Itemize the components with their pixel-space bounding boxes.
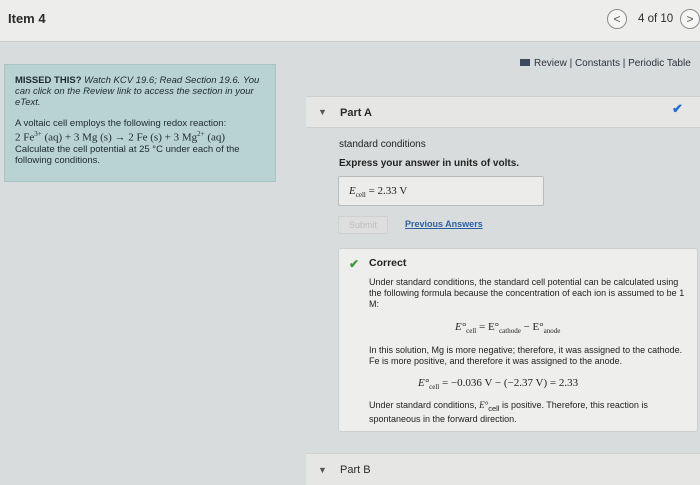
part-a-title: Part A [340,107,372,119]
previous-answers-link[interactable]: Previous Answers [405,219,483,229]
feedback-status: Correct [369,257,407,269]
watch-read-link[interactable]: Watch KCV 19.6; Read Section 19.6. [84,75,240,86]
formula-standard-potential: E°cell = E°cathode − E°anode [455,321,561,336]
problem-statement: A voltaic cell employs the following red… [15,118,265,166]
formula-calculation: E°cell = −0.036 V − (−2.37 V) = 2.33 [418,377,579,392]
collapse-triangle-icon[interactable]: ▼ [318,465,327,475]
missed-this-label: MISSED THIS? [15,75,82,86]
next-item-button[interactable]: > [680,9,700,29]
review-links[interactable]: Review | Constants | Periodic Table [520,58,691,69]
feedback-explanation-1: Under standard conditions, the standard … [369,277,685,309]
completed-check-icon: ✔ [672,101,683,116]
condition-text: standard conditions [339,139,426,150]
answer-value: Ecell = 2.33 V [349,185,408,200]
answer-display: Ecell = 2.33 V [338,176,544,206]
item-counter: 4 of 10 [638,13,674,25]
book-icon [520,59,530,66]
correct-check-icon: ✔ [349,257,360,271]
feedback-explanation-2: In this solution, Mg is more negative; t… [369,345,683,366]
item-title: Item 4 [8,11,46,26]
review-links-text[interactable]: Review | Constants | Periodic Table [534,58,691,69]
submit-button[interactable]: Submit [338,216,388,234]
instruction-text: Express your answer in units of volts. [339,158,520,169]
part-b-title: Part B [340,464,371,476]
calc-instruction: Calculate the cell potential at 25 °C un… [15,143,240,166]
redox-reaction: 2 Fe3+ (aq) + 3 Mg (s) → 2 Fe (s) + 3 Mg… [15,130,226,144]
problem-intro: A voltaic cell employs the following red… [15,118,227,129]
collapse-triangle-icon[interactable]: ▼ [318,107,327,117]
part-b-header[interactable]: ▼ Part B [306,453,700,485]
top-bar: Item 4 < 4 of 10 > [0,0,700,42]
previous-item-button[interactable]: < [607,9,627,29]
hint-header: MISSED THIS? Watch KCV 19.6; Read Sectio… [15,75,265,108]
hint-panel: MISSED THIS? Watch KCV 19.6; Read Sectio… [4,64,276,182]
feedback-explanation-3: Under standard conditions, E°cell is pos… [369,400,648,424]
part-a-header[interactable]: ▼ Part A [306,96,700,128]
